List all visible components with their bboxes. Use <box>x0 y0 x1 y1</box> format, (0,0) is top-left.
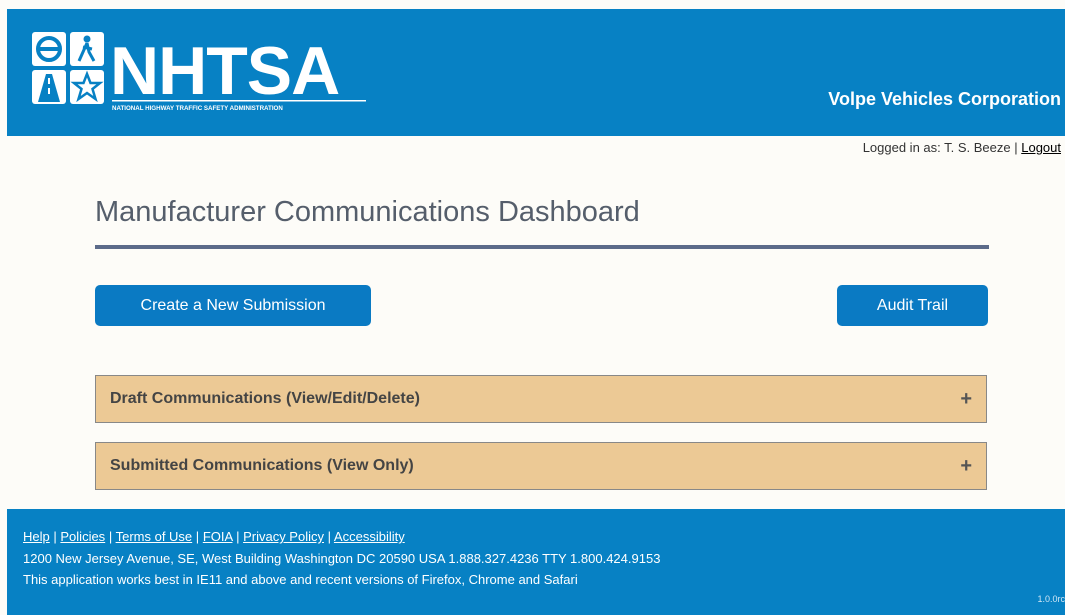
user-status: Logged in as: T. S. Beeze | Logout <box>863 140 1061 155</box>
nhtsa-logo[interactable]: NHTSA NATIONAL HIGHWAY TRAFFIC SAFETY AD… <box>28 30 368 120</box>
footer-links: Help | Policies | Terms of Use | FOIA | … <box>23 529 405 544</box>
logo-subtitle: NATIONAL HIGHWAY TRAFFIC SAFETY ADMINIST… <box>112 105 283 112</box>
link-separator: | <box>108 529 113 544</box>
expand-icon[interactable]: + <box>960 388 972 411</box>
audit-trail-button[interactable]: Audit Trail <box>837 285 988 326</box>
footer-link-terms[interactable]: Terms of Use <box>116 529 193 544</box>
create-submission-button[interactable]: Create a New Submission <box>95 285 371 326</box>
footer-link-accessibility[interactable]: Accessibility <box>334 529 405 544</box>
steering-wheel-icon <box>32 32 66 66</box>
footer-link-privacy[interactable]: Privacy Policy <box>243 529 324 544</box>
version-label: 1.0.0rc <box>1037 594 1065 604</box>
company-name: Volpe Vehicles Corporation <box>828 89 1061 109</box>
footer-link-foia[interactable]: FOIA <box>203 529 233 544</box>
expand-icon[interactable]: + <box>960 455 972 478</box>
footer-address: 1200 New Jersey Avenue, SE, West Buildin… <box>23 551 661 566</box>
link-separator: | <box>53 529 57 544</box>
logo-wordmark: NHTSA <box>110 33 339 109</box>
browser-note: This application works best in IE11 and … <box>23 572 578 587</box>
draft-communications-panel[interactable]: Draft Communications (View/Edit/Delete) … <box>95 375 987 423</box>
header-bar: NHTSA NATIONAL HIGHWAY TRAFFIC SAFETY AD… <box>7 9 1065 136</box>
link-separator: | <box>236 529 240 544</box>
footer-link-policies[interactable]: Policies <box>60 529 105 544</box>
footer-link-help[interactable]: Help <box>23 529 50 544</box>
submitted-communications-label: Submitted Communications (View Only) <box>110 457 414 474</box>
title-divider <box>95 245 989 249</box>
logged-in-label: Logged in as: T. S. Beeze | <box>862 140 1018 155</box>
submitted-communications-panel[interactable]: Submitted Communications (View Only) + <box>95 442 987 490</box>
draft-communications-label: Draft Communications (View/Edit/Delete) <box>110 390 420 407</box>
pedestrian-icon <box>70 32 104 66</box>
link-separator: | <box>195 529 200 544</box>
star-icon <box>70 70 104 104</box>
logout-link[interactable]: Logout <box>1021 140 1061 155</box>
road-icon <box>32 70 66 104</box>
page-title: Manufacturer Communications Dashboard <box>95 196 640 228</box>
link-separator: | <box>327 529 332 544</box>
footer: Help | Policies | Terms of Use | FOIA | … <box>7 509 1065 615</box>
